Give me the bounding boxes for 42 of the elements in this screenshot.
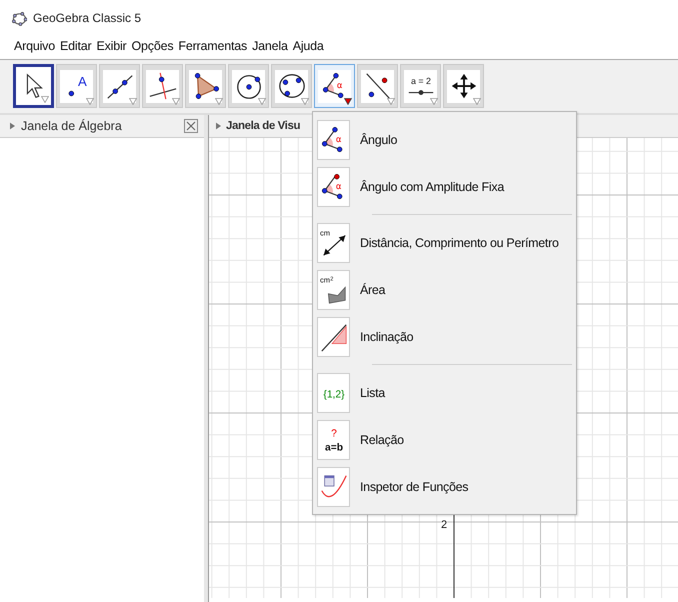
dropdown-triangle-icon: [215, 98, 223, 105]
menu-item[interactable]: Ferramentas: [178, 39, 248, 53]
dropdown-triangle-icon: [430, 98, 438, 105]
collapse-icon[interactable]: [10, 122, 15, 130]
app-logo-icon: [12, 10, 27, 26]
dropdown-triangle-icon: [301, 98, 309, 105]
close-icon[interactable]: [184, 119, 198, 133]
circle-through-points-icon: [276, 71, 306, 101]
menu-item[interactable]: Janela: [252, 39, 288, 53]
menu-item[interactable]: α Ângulo com Amplitude Fixa: [317, 163, 576, 210]
dropdown-triangle-icon: [172, 98, 180, 105]
menu-item[interactable]: α Ângulo: [317, 116, 576, 163]
window-title: GeoGebra Classic 5: [33, 11, 142, 25]
dropdown-triangle-icon: [86, 98, 94, 105]
dropdown-triangle-icon: [473, 98, 481, 105]
menu-item[interactable]: ? a=b Relação: [317, 416, 576, 463]
dropdown-triangle-icon: [344, 98, 352, 105]
tool-button[interactable]: A: [56, 64, 97, 108]
panel-title: Janela de Álgebra: [21, 119, 122, 133]
menu-item[interactable]: cm Distância, Comprimento ou Perímetro: [317, 219, 576, 266]
dropdown-triangle-icon: [387, 98, 395, 105]
panel-title: Janela de Visu: [226, 120, 300, 132]
menu-item[interactable]: Inspetor de Funções: [317, 463, 576, 510]
menu-item[interactable]: {1,2} Lista: [317, 369, 576, 416]
slope-triangle-icon: [318, 322, 348, 352]
dropdown-triangle-icon: [41, 96, 49, 103]
dropdown-triangle-icon: [129, 98, 137, 105]
menu-item[interactable]: Exibir: [96, 39, 127, 53]
axis-label: 2: [441, 519, 448, 531]
menu-item[interactable]: Ajuda: [292, 39, 324, 53]
collapse-icon[interactable]: [216, 122, 221, 130]
tool-button[interactable]: a = 2: [400, 64, 441, 108]
tool-button[interactable]: [13, 64, 54, 108]
perpendicular-line-icon: [148, 71, 178, 101]
list-braces-icon: {1,2}: [318, 378, 348, 408]
menu-item[interactable]: Opções: [132, 39, 174, 53]
menu-item[interactable]: Inclinação: [317, 313, 576, 360]
tool-button[interactable]: α: [314, 64, 355, 108]
dropdown-triangle-icon: [258, 98, 266, 105]
menu-item[interactable]: Arquivo: [14, 39, 55, 53]
menu-item[interactable]: Editar: [60, 39, 92, 53]
relation-icon: ? a=b: [318, 424, 348, 454]
